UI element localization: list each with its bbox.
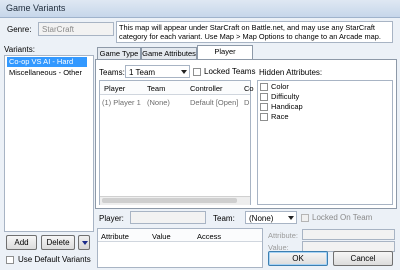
delete-button[interactable]: Delete: [41, 235, 75, 250]
title-bar: Game Variants: [0, 0, 400, 18]
column-controller[interactable]: Controller: [190, 84, 223, 93]
teams-label: Teams:: [99, 68, 125, 77]
color-checkbox[interactable]: [260, 83, 268, 91]
column-player[interactable]: Player: [104, 84, 125, 93]
cancel-button[interactable]: Cancel: [333, 251, 393, 266]
genre-value: StarCraft: [42, 25, 75, 34]
team-label: Team:: [213, 214, 235, 223]
chevron-down-icon: [288, 216, 294, 220]
controller-cell[interactable]: Default [Open]: [190, 98, 238, 107]
handicap-checkbox[interactable]: [260, 103, 268, 111]
variant-item-miscellaneous-other[interactable]: Miscellaneous - Other: [7, 68, 87, 78]
variant-order-button[interactable]: [78, 235, 90, 250]
column-co[interactable]: Co: [244, 84, 254, 93]
color-label: Color: [271, 82, 289, 91]
team-dropdown[interactable]: (None): [245, 211, 297, 224]
player-cell[interactable]: (1) Player 1: [102, 98, 141, 107]
difficulty-label: Difficulty: [271, 92, 300, 101]
locked-on-team-checkbox[interactable]: [301, 214, 309, 222]
use-default-variants-label: Use Default Variants: [18, 255, 91, 264]
race-checkbox[interactable]: [260, 113, 268, 121]
chevron-down-icon: [82, 241, 88, 245]
ok-button[interactable]: OK: [268, 251, 328, 266]
scrollbar-thumb[interactable]: [102, 198, 237, 203]
column-value[interactable]: Value: [152, 232, 171, 241]
column-access[interactable]: Access: [197, 232, 221, 241]
players-table-scrollbar[interactable]: [100, 196, 250, 205]
difficulty-checkbox[interactable]: [260, 93, 268, 101]
add-button[interactable]: Add: [6, 235, 37, 250]
window-title: Game Variants: [6, 3, 66, 13]
race-label: Race: [271, 112, 289, 121]
info-text: This map will appear under StarCraft on …: [116, 21, 393, 43]
player-field[interactable]: [130, 211, 206, 224]
hidden-attributes-label: Hidden Attributes:: [259, 68, 323, 77]
player-label: Player:: [99, 214, 124, 223]
handicap-label: Handicap: [271, 102, 303, 111]
tab-game-attributes[interactable]: Game Attributes: [141, 47, 197, 59]
column-team[interactable]: Team: [147, 84, 165, 93]
attribute-field[interactable]: [302, 229, 395, 240]
team-dropdown-value: (None): [249, 214, 274, 223]
variants-label: Variants:: [4, 45, 35, 54]
teams-value: 1 Team: [129, 68, 156, 77]
genre-label: Genre:: [7, 25, 32, 34]
tab-game-type[interactable]: Game Type: [97, 47, 141, 59]
attribute-field-label: Attribute:: [268, 231, 299, 240]
teams-dropdown[interactable]: 1 Team: [125, 65, 190, 78]
tab-player-attributes[interactable]: Player Attributes: [197, 45, 253, 67]
use-default-variants-checkbox[interactable]: [6, 256, 14, 264]
locked-teams-checkbox[interactable]: [193, 68, 201, 76]
game-variants-dialog: Game Variants Genre: StarCraft This map …: [0, 0, 400, 270]
variant-item-coop-vs-ai-hard[interactable]: Co-op VS AI - Hard: [7, 57, 87, 67]
genre-dropdown[interactable]: StarCraft: [38, 22, 114, 36]
locked-on-team-label: Locked On Team: [312, 213, 373, 222]
variants-list[interactable]: [4, 55, 94, 232]
team-cell[interactable]: (None): [147, 98, 170, 107]
chevron-down-icon: [181, 70, 187, 74]
co-cell[interactable]: D: [244, 98, 249, 107]
locked-teams-label: Locked Teams: [204, 67, 256, 76]
column-attribute[interactable]: Attribute: [101, 232, 129, 241]
